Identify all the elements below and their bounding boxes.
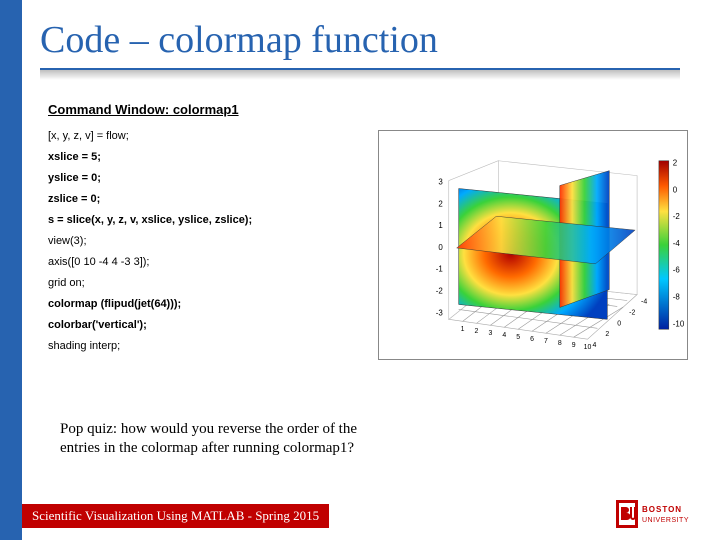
svg-text:0: 0 (438, 243, 443, 252)
boston-university-logo: BOSTON UNIVERSITY (616, 500, 702, 528)
left-stripe (0, 0, 22, 540)
svg-text:-4: -4 (641, 298, 647, 305)
code-line: s = slice(x, y, z, v, xslice, yslice, zs… (48, 210, 252, 231)
svg-text:2: 2 (438, 199, 442, 208)
svg-text:5: 5 (516, 334, 520, 341)
svg-text:3: 3 (438, 178, 443, 187)
svg-text:1: 1 (461, 326, 465, 333)
code-line: [x, y, z, v] = flow; (48, 126, 252, 147)
code-line: grid on; (48, 273, 252, 294)
svg-text:UNIVERSITY: UNIVERSITY (642, 517, 689, 524)
code-line: xslice = 5; (48, 147, 252, 168)
svg-text:-2: -2 (629, 309, 635, 316)
svg-text:-3: -3 (436, 308, 444, 317)
svg-text:-6: -6 (673, 266, 681, 275)
code-line: zslice = 0; (48, 189, 252, 210)
svg-text:0: 0 (673, 185, 678, 194)
code-block: [x, y, z, v] = flow; xslice = 5; yslice … (48, 126, 252, 357)
svg-text:1: 1 (438, 221, 443, 230)
title-shadow (40, 70, 680, 80)
svg-text:10: 10 (584, 344, 592, 351)
code-line: colorbar('vertical'); (48, 315, 252, 336)
matlab-plot: 3 2 1 0 -1 -2 -3 1 2 3 4 5 6 7 8 9 10 (378, 130, 688, 360)
svg-text:-2: -2 (673, 212, 680, 221)
svg-text:3: 3 (488, 330, 492, 337)
slide-title: Code – colormap function (40, 18, 438, 62)
svg-text:6: 6 (530, 336, 534, 343)
footer-course: Scientific Visualization Using MATLAB - … (22, 504, 329, 528)
svg-text:2: 2 (673, 159, 677, 168)
code-line: shading interp; (48, 336, 252, 357)
svg-text:2: 2 (605, 331, 609, 338)
svg-text:-8: -8 (673, 293, 681, 302)
code-line: colormap (flipud(jet(64))); (48, 294, 252, 315)
svg-text:BOSTON: BOSTON (642, 505, 682, 514)
svg-text:2: 2 (475, 328, 479, 335)
svg-text:-4: -4 (673, 239, 681, 248)
slide: Code – colormap function Command Window:… (0, 0, 720, 540)
svg-text:-1: -1 (436, 265, 444, 274)
svg-text:-10: -10 (673, 319, 685, 328)
pop-quiz: Pop quiz: how would you reverse the orde… (60, 420, 390, 458)
svg-text:8: 8 (558, 340, 562, 347)
code-line: axis([0 10 -4 4 -3 3]); (48, 252, 252, 273)
svg-text:0: 0 (617, 320, 621, 327)
svg-text:9: 9 (572, 342, 576, 349)
svg-text:7: 7 (544, 338, 548, 345)
svg-text:4: 4 (592, 342, 596, 349)
svg-text:4: 4 (502, 332, 506, 339)
command-window-header: Command Window: colormap1 (48, 102, 239, 117)
svg-text:-2: -2 (436, 287, 443, 296)
code-line: yslice = 0; (48, 168, 252, 189)
code-line: view(3); (48, 231, 252, 252)
